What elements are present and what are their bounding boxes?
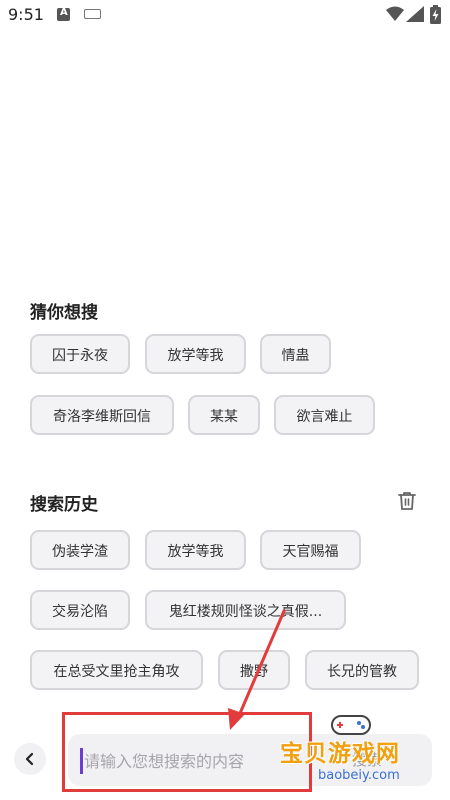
annotation-highlight-box	[62, 712, 312, 792]
suggestion-chip[interactable]: 某某	[188, 395, 260, 435]
keyboard-icon	[84, 9, 101, 19]
wifi-icon	[386, 6, 404, 21]
search-page: 9:51 A 猜你想搜 囚于永夜 放学等我 情蛊 奇洛李维斯回信 某某 欲言难止…	[0, 0, 450, 800]
history-chip[interactable]: 鬼红楼规则怪谈之真假...	[145, 590, 346, 630]
status-time: 9:51	[8, 5, 44, 24]
history-chip[interactable]: 在总受文里抢主角攻	[30, 650, 203, 690]
signal-icon	[406, 6, 424, 22]
suggestion-chip[interactable]: 欲言难止	[274, 395, 375, 435]
chevron-left-icon	[25, 752, 34, 766]
history-chip[interactable]: 交易沦陷	[30, 590, 130, 630]
history-chip[interactable]: 撒野	[218, 650, 290, 690]
history-chip[interactable]: 伪装学渣	[30, 530, 130, 570]
history-chip[interactable]: 长兄的管教	[305, 650, 419, 690]
suggestion-chip[interactable]: 囚于永夜	[30, 334, 130, 374]
watermark-logo: 宝贝游戏网 baobeiy.com	[276, 712, 446, 798]
suggestions-title: 猜你想搜	[30, 303, 98, 323]
suggestion-chip[interactable]: 情蛊	[260, 334, 331, 374]
suggestion-chip[interactable]: 奇洛李维斯回信	[30, 395, 174, 435]
history-chip[interactable]: 天官赐福	[260, 530, 361, 570]
trash-icon[interactable]	[396, 490, 418, 512]
status-bar: 9:51 A	[0, 0, 450, 32]
suggestion-chip[interactable]: 放学等我	[145, 334, 246, 374]
battery-charging-icon	[430, 5, 441, 24]
a-notification-icon: A	[57, 7, 70, 21]
back-button[interactable]	[14, 743, 46, 775]
history-chip[interactable]: 放学等我	[145, 530, 246, 570]
watermark-text: 宝贝游戏网	[280, 741, 400, 767]
history-title: 搜索历史	[30, 495, 98, 515]
watermark-url: baobeiy.com	[318, 768, 400, 783]
